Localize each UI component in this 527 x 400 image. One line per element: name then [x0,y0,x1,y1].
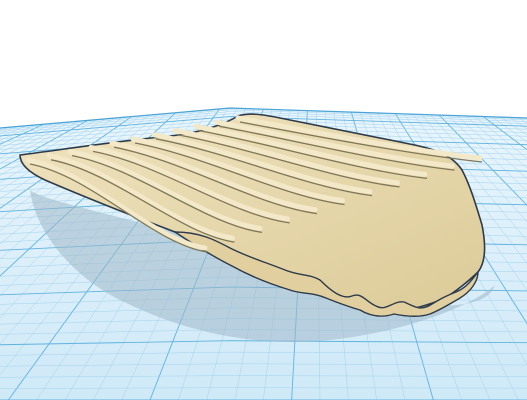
3d-viewport[interactable] [0,0,527,400]
scene-canvas[interactable] [0,0,527,400]
